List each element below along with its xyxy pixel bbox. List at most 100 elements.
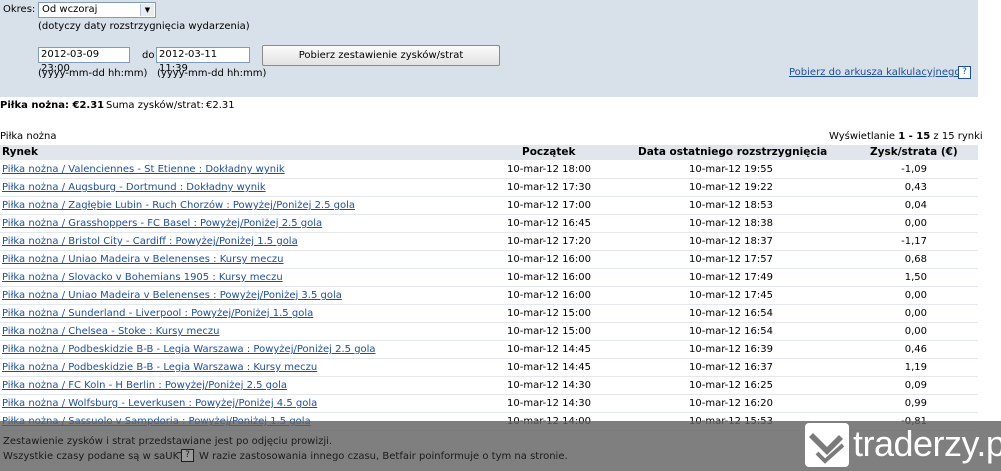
date-to-input[interactable]: 2012-03-11 11:39	[156, 47, 250, 74]
table-row: Piłka nożna / Wolfsburg - Leverkusen : P…	[0, 395, 978, 413]
start-time: 10-mar-12 16:00	[507, 254, 592, 265]
page-scrollbar[interactable]	[978, 0, 1001, 471]
settled-time: 10-mar-12 19:55	[689, 164, 774, 175]
traderzy-watermark: traderzy.pl	[853, 423, 1001, 464]
table-row: Piłka nożna / Valenciennes - St Etienne …	[0, 161, 978, 179]
period-label: Okres:	[3, 4, 36, 15]
start-time: 10-mar-12 15:00	[507, 326, 592, 337]
settled-time: 10-mar-12 19:22	[689, 182, 774, 193]
profit-loss: 0,04	[904, 200, 927, 211]
date-from-input[interactable]: 2012-03-09 23:00	[38, 47, 130, 74]
date-from-format-hint: (yyyy-mm-dd hh:mm)	[38, 68, 148, 79]
settled-time: 10-mar-12 18:53	[689, 200, 774, 211]
settled-time: 10-mar-12 16:54	[689, 308, 774, 319]
market-link[interactable]: Piłka nożna / Sunderland - Liverpool : P…	[2, 308, 313, 319]
start-time: 10-mar-12 15:00	[507, 308, 592, 319]
start-time: 10-mar-12 16:00	[507, 272, 592, 283]
date-to-format-hint: (yyyy-mm-dd hh:mm)	[157, 68, 267, 79]
market-link[interactable]: Piłka nożna / Podbeskidzie B-B - Legia W…	[2, 344, 376, 355]
settled-time: 10-mar-12 18:37	[689, 236, 774, 247]
profit-loss: 0,00	[904, 290, 927, 301]
table-row: Piłka nożna / Zagłębie Lubin - Ruch Chor…	[0, 197, 978, 215]
table-row: Piłka nożna / Chelsea - Stoke : Kursy me…	[0, 323, 978, 341]
profit-loss: 0,00	[904, 308, 927, 319]
timezone-help-icon[interactable]: ?	[181, 449, 194, 462]
settled-time: 10-mar-12 16:37	[689, 362, 774, 373]
settled-time: 10-mar-12 17:45	[689, 290, 774, 301]
profit-loss: 0,00	[904, 218, 927, 229]
footer-timezone-info: W razie zastosowania innego czasu, Betfa…	[199, 451, 568, 462]
start-time: 10-mar-12 17:20	[507, 236, 592, 247]
column-header-start: Początek	[522, 146, 576, 158]
period-select[interactable]: Od wczoraj ▼	[38, 2, 156, 18]
fetch-report-button[interactable]: Pobierz zestawienie zysków/strat	[262, 45, 500, 66]
table-row: Piłka nożna / Augsburg - Dortmund : Dokł…	[0, 179, 978, 197]
profit-loss: 1,19	[904, 362, 927, 373]
period-select-value: Od wczoraj	[42, 4, 98, 15]
market-link[interactable]: Piłka nożna / Uniao Madeira v Belenenses…	[2, 254, 284, 265]
table-row: Piłka nożna / Grasshoppers - FC Basel : …	[0, 215, 978, 233]
start-time: 10-mar-12 14:45	[507, 362, 592, 373]
sum-label: Suma zysków/strat:	[106, 100, 204, 111]
start-time: 10-mar-12 17:00	[507, 200, 592, 211]
table-row: Piłka nożna / Uniao Madeira v Belenenses…	[0, 287, 978, 305]
footer-timezone-note: Wszystkie czasy podane są w saUKT	[3, 451, 185, 462]
sport-total: Piłka nożna: €2.31	[0, 100, 105, 111]
market-link[interactable]: Piłka nożna / Slovacko v Bohemians 1905 …	[2, 272, 283, 283]
start-time: 10-mar-12 14:30	[507, 380, 592, 391]
table-row: Piłka nożna / Sunderland - Liverpool : P…	[0, 305, 978, 323]
help-icon[interactable]: ?	[958, 66, 971, 79]
chevron-down-icon[interactable]: ▼	[140, 4, 154, 16]
profit-loss: 0,09	[904, 380, 927, 391]
profit-loss: -1,09	[901, 164, 927, 175]
table-header	[0, 145, 978, 160]
settled-time: 10-mar-12 16:20	[689, 398, 774, 409]
profit-loss: 0,46	[904, 344, 927, 355]
market-link[interactable]: Piłka nożna / Augsburg - Dortmund : Dokł…	[2, 182, 266, 193]
start-time: 10-mar-12 16:00	[507, 290, 592, 301]
traderzy-logo-icon	[805, 423, 849, 467]
profit-loss: 0,43	[904, 182, 927, 193]
settled-time: 10-mar-12 16:25	[689, 380, 774, 391]
column-header-pnl: Zysk/strata (€)	[870, 146, 958, 158]
start-time: 10-mar-12 17:30	[507, 182, 592, 193]
start-time: 10-mar-12 14:30	[507, 398, 592, 409]
profit-loss: 1,50	[904, 272, 927, 283]
paging-info: Wyświetlanie 1 - 15 z 15 rynki	[829, 131, 983, 142]
start-time: 10-mar-12 14:45	[507, 344, 592, 355]
settled-time: 10-mar-12 17:57	[689, 254, 774, 265]
footer-commission-note: Zestawienie zysków i strat przedstawiane…	[3, 436, 333, 447]
start-time: 10-mar-12 16:45	[507, 218, 592, 229]
profit-loss: 0,00	[904, 326, 927, 337]
section-title: Piłka nożna	[0, 131, 57, 142]
market-link[interactable]: Piłka nożna / Podbeskidzie B-B - Legia W…	[2, 362, 317, 373]
profit-loss: 0,68	[904, 254, 927, 265]
profit-loss: -1,17	[901, 236, 927, 247]
table-row: Piłka nożna / FC Koln - H Berlin : Powyż…	[0, 377, 978, 395]
column-header-market: Rynek	[2, 146, 39, 158]
settled-time: 10-mar-12 16:54	[689, 326, 774, 337]
market-link[interactable]: Piłka nożna / Grasshoppers - FC Basel : …	[2, 218, 322, 229]
settled-time: 10-mar-12 18:38	[689, 218, 774, 229]
table-row: Piłka nożna / Uniao Madeira v Belenenses…	[0, 251, 978, 269]
market-link[interactable]: Piłka nożna / Wolfsburg - Leverkusen : P…	[2, 398, 317, 409]
settled-time: 10-mar-12 17:49	[689, 272, 774, 283]
table-row: Piłka nożna / Podbeskidzie B-B - Legia W…	[0, 341, 978, 359]
start-time: 10-mar-12 18:00	[507, 164, 592, 175]
spreadsheet-download-link[interactable]: Pobierz do arkusza kalkulacyjnego	[789, 67, 960, 78]
table-row: Piłka nożna / Slovacko v Bohemians 1905 …	[0, 269, 978, 287]
settled-time: 10-mar-12 16:39	[689, 344, 774, 355]
market-link[interactable]: Piłka nożna / Uniao Madeira v Belenenses…	[2, 290, 342, 301]
table-row: Piłka nożna / Podbeskidzie B-B - Legia W…	[0, 359, 978, 377]
sum-value: €2.31	[206, 100, 235, 111]
table-row: Piłka nożna / Bristol City - Cardiff : P…	[0, 233, 978, 251]
market-link[interactable]: Piłka nożna / FC Koln - H Berlin : Powyż…	[2, 380, 287, 391]
profit-loss: 0,99	[904, 398, 927, 409]
period-hint: (dotyczy daty rozstrzygnięcia wydarzenia…	[38, 21, 250, 32]
column-header-settled: Data ostatniego rozstrzygnięcia	[638, 146, 828, 158]
market-link[interactable]: Piłka nożna / Bristol City - Cardiff : P…	[2, 236, 298, 247]
market-link[interactable]: Piłka nożna / Chelsea - Stoke : Kursy me…	[2, 326, 219, 337]
market-link[interactable]: Piłka nożna / Zagłębie Lubin - Ruch Chor…	[2, 200, 355, 211]
to-label: do	[142, 50, 155, 61]
market-link[interactable]: Piłka nożna / Valenciennes - St Etienne …	[2, 164, 285, 175]
